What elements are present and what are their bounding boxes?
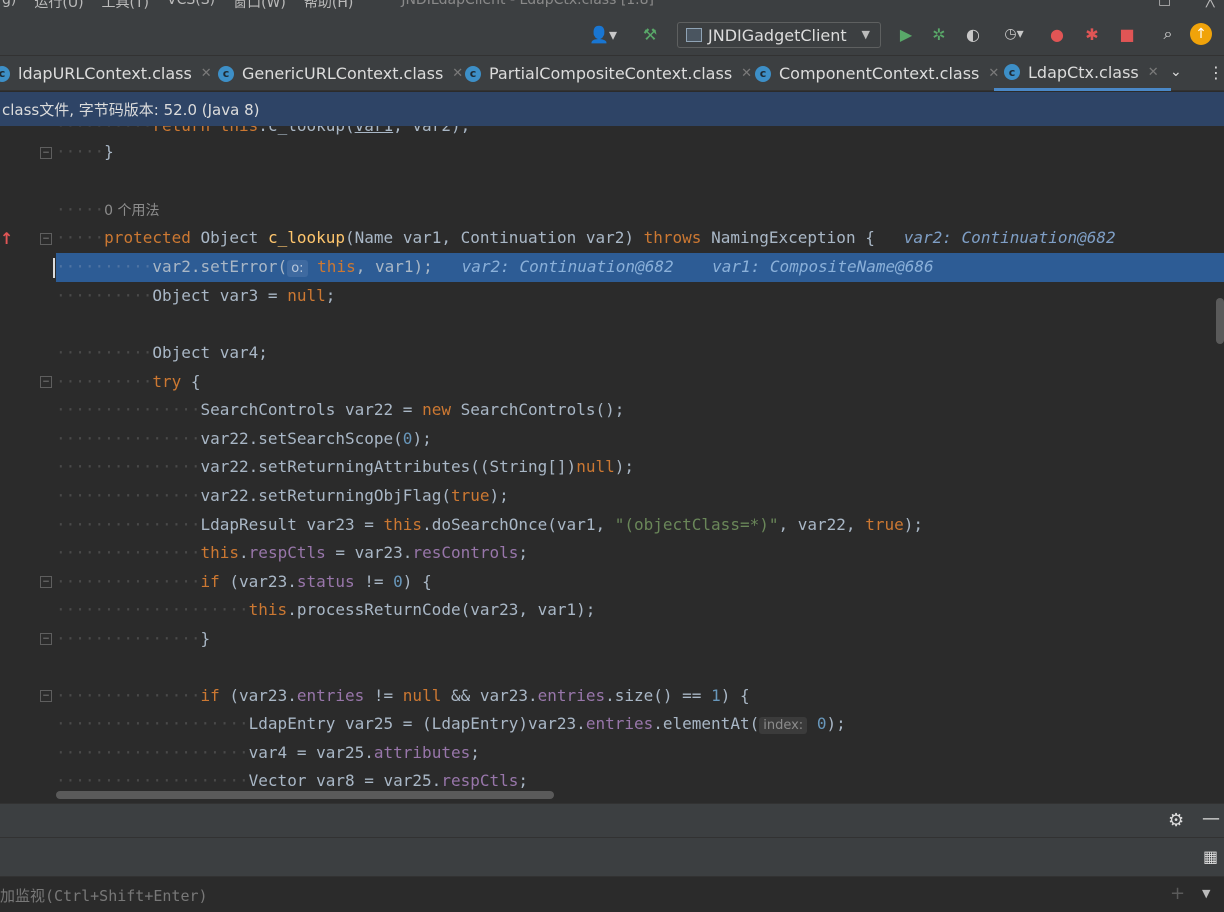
toolbar: 👤▾ ⚒ JNDIGadgetClient ▼ ▶ ✲ ◐ ◷▾ ● ✱ ■ ⌕… xyxy=(0,12,1224,56)
code-line: ····················this.processReturnCo… xyxy=(56,600,596,619)
debug-bug-icon[interactable]: ✱ xyxy=(1080,22,1104,46)
fold-marker-icon[interactable]: − xyxy=(40,376,52,388)
horizontal-scrollbar[interactable] xyxy=(56,791,554,799)
parameter-hint: index: xyxy=(759,717,808,734)
menu-item-run-partial[interactable]: g) xyxy=(0,0,18,12)
stop-icon[interactable]: ■ xyxy=(1116,22,1138,46)
watch-expression-input[interactable]: 加监视(Ctrl+Shift+Enter) xyxy=(0,885,208,906)
code-line: ···············if (var23.status != 0) { xyxy=(56,572,432,591)
code-line: ····················var4 = var25.attribu… xyxy=(56,743,480,762)
code-line: ···············var22.setReturningObjFlag… xyxy=(56,486,509,505)
debug-icon[interactable]: ✲ xyxy=(928,22,950,46)
run-config-label: JNDIGadgetClient xyxy=(708,25,847,45)
menu-item-tools[interactable]: 工具(T) xyxy=(100,0,151,12)
build-hammer-icon[interactable]: ⚒ xyxy=(638,22,662,46)
code-line: ··········Object var3 = null; xyxy=(56,286,336,305)
code-line: ···············if (var23.entries != null… xyxy=(56,686,750,705)
update-icon[interactable]: ↑ xyxy=(1190,23,1212,45)
tab-label: ComponentContext.class xyxy=(779,64,980,83)
close-icon[interactable]: ╳ xyxy=(1206,0,1214,8)
run-config-selector[interactable]: JNDIGadgetClient ▼ xyxy=(677,22,881,48)
search-icon[interactable]: ⌕ xyxy=(1156,22,1180,46)
class-icon: c xyxy=(755,65,771,82)
watch-input-row[interactable]: 加监视(Ctrl+Shift+Enter) + ▼ xyxy=(0,876,1224,912)
close-icon[interactable]: ✕ xyxy=(741,66,752,81)
code-line: ···············var22.setReturningAttribu… xyxy=(56,457,634,476)
tab-ldapctx[interactable]: c LdapCtx.class ✕ xyxy=(994,56,1171,91)
maximize-icon[interactable]: □ xyxy=(1158,0,1171,8)
tab-componentcontext[interactable]: c ComponentContext.class ✕ xyxy=(755,56,999,91)
parameter-hint: o: xyxy=(287,260,308,277)
menu-item-help[interactable]: 帮助(H) xyxy=(302,0,355,12)
code-line: ···············} xyxy=(56,629,211,648)
menu-item-window[interactable]: 窗口(W) xyxy=(231,0,288,12)
class-icon: c xyxy=(0,65,10,82)
close-icon[interactable]: ✕ xyxy=(201,66,212,81)
code-line: ···············this.respCtls = var23.res… xyxy=(56,543,529,562)
usages-hint[interactable]: 0 个用法 xyxy=(104,203,159,219)
add-watch-icon[interactable]: + xyxy=(1170,883,1185,904)
coverage-icon[interactable]: ◐ xyxy=(962,22,984,46)
tab-ldapurlcontext[interactable]: c ldapURLContext.class ✕ xyxy=(0,56,212,91)
layout-icon[interactable]: ▦ xyxy=(1203,847,1218,866)
config-icon xyxy=(686,28,702,42)
tab-genericurlcontext[interactable]: c GenericURLContext.class ✕ xyxy=(218,56,463,91)
code-line: ·····} xyxy=(56,142,114,161)
text-caret xyxy=(53,258,55,278)
user-icon[interactable]: 👤▾ xyxy=(586,22,620,46)
fold-marker-icon[interactable]: − xyxy=(40,633,52,645)
profile-icon[interactable]: ◷▾ xyxy=(994,22,1034,46)
window-title: JNDILdapClient - LdapCtx.class [1.8] xyxy=(401,0,655,8)
chevron-down-icon[interactable]: ⌄ xyxy=(1170,64,1182,80)
close-icon[interactable]: ✕ xyxy=(1148,65,1159,80)
code-editor[interactable]: ↑ − − − − − − ··········return this.c_lo… xyxy=(0,126,1224,803)
decompiled-class-banner: class文件, 字节码版本: 52.0 (Java 8) xyxy=(0,92,1224,126)
close-icon[interactable]: ✕ xyxy=(452,66,463,81)
code-line: ·····0 个用法 xyxy=(56,200,160,219)
code-line-current-execution: ··········var2.setError(o: this, var1); … xyxy=(56,253,1224,282)
debug-value-hint: var2: Continuation@682 xyxy=(461,257,674,276)
debug-value-hint: var1: CompositeName@686 xyxy=(712,257,934,276)
menu-item-vcs[interactable]: VCS(S) xyxy=(165,0,217,12)
debug-panel: ⚙ — ▦ 加监视(Ctrl+Shift+Enter) + ▼ xyxy=(0,803,1224,912)
class-icon: c xyxy=(218,65,234,82)
banner-text: class文件, 字节码版本: 52.0 (Java 8) xyxy=(2,100,260,119)
tab-label: ldapURLContext.class xyxy=(18,64,192,83)
code-line: ··········Object var4; xyxy=(56,343,268,362)
code-line: ···············var22.setSearchScope(0); xyxy=(56,429,432,448)
fold-marker-icon[interactable]: − xyxy=(40,147,52,159)
code-line: ···············LdapResult var23 = this.d… xyxy=(56,515,923,534)
override-marker-icon[interactable]: ↑ xyxy=(0,229,13,248)
chevron-down-icon: ▼ xyxy=(861,28,870,41)
debug-value-hint: var2: Continuation@682 xyxy=(903,228,1116,247)
tab-partialcompositecontext[interactable]: c PartialCompositeContext.class ✕ xyxy=(465,56,752,91)
run-icon[interactable]: ▶ xyxy=(896,22,916,46)
fold-marker-icon[interactable]: − xyxy=(40,233,52,245)
debug-panel-toolbar: ▦ xyxy=(0,839,1224,875)
vertical-scrollbar[interactable] xyxy=(1216,298,1224,344)
menu-item-run[interactable]: 运行(U) xyxy=(32,0,85,12)
attach-debugger-icon[interactable]: ● xyxy=(1046,22,1068,46)
fold-marker-icon[interactable]: − xyxy=(40,576,52,588)
tab-label: GenericURLContext.class xyxy=(242,64,444,83)
debug-panel-header: ⚙ — xyxy=(0,804,1224,838)
tab-label: PartialCompositeContext.class xyxy=(489,64,733,83)
fold-marker-icon[interactable]: − xyxy=(40,690,52,702)
minimize-icon[interactable]: — xyxy=(1202,808,1220,829)
gear-icon[interactable]: ⚙ xyxy=(1168,810,1184,831)
code-line-signature: ·····protected Object c_lookup(Name var1… xyxy=(56,228,1116,247)
code-line: ··········try { xyxy=(56,372,201,391)
class-icon: c xyxy=(465,65,481,82)
code-line: ···············SearchControls var22 = ne… xyxy=(56,400,625,419)
menu-bar: g) 运行(U) 工具(T) VCS(S) 窗口(W) 帮助(H) JNDILd… xyxy=(0,0,1224,12)
editor-tab-bar: c ldapURLContext.class ✕ c GenericURLCon… xyxy=(0,56,1224,91)
code-line: ····················LdapEntry var25 = (L… xyxy=(56,714,846,734)
tab-label: LdapCtx.class xyxy=(1028,62,1139,82)
more-vertical-icon[interactable]: ⋮ xyxy=(1208,63,1224,82)
class-icon: c xyxy=(1004,64,1020,80)
chevron-down-icon[interactable]: ▼ xyxy=(1202,887,1210,900)
